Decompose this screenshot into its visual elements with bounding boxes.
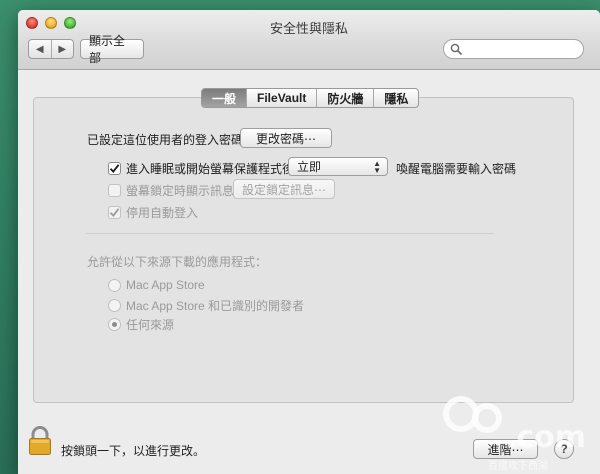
section-divider — [86, 233, 494, 234]
search-input[interactable] — [443, 39, 584, 59]
radio-anywhere[interactable] — [108, 318, 121, 331]
show-message-checkbox[interactable] — [108, 184, 121, 197]
checkmark-icon — [109, 208, 120, 217]
radio-app-store-label: Mac App Store — [126, 278, 205, 292]
radio-identified-developers-label: Mac App Store 和已識別的開發者 — [126, 299, 305, 313]
require-password-suffix-row: 喚醒電腦需要輸入密碼 — [396, 160, 516, 177]
watermark-tagline: 百度攻下西湖 — [488, 461, 548, 472]
tab-general[interactable]: 一般 — [202, 89, 247, 107]
show-all-button[interactable]: 顯示全部 — [80, 34, 144, 65]
require-password-label: 進入睡眠或開始螢幕保護程式後 — [126, 162, 295, 176]
require-password-checkbox[interactable] — [108, 162, 121, 175]
tab-filevault[interactable]: FileVault — [246, 89, 316, 107]
radio-anywhere-label: 任何來源 — [126, 318, 175, 332]
show-message-label: 螢幕鎖定時顯示訊息 — [126, 184, 235, 198]
lock-icon[interactable] — [28, 426, 52, 456]
search-icon — [450, 43, 462, 55]
tab-bar: 一般 FileVault 防火牆 隱私 — [201, 88, 420, 108]
lock-hint-text: 按鎖頭一下，以進行更改。 — [61, 444, 206, 458]
radio-row-app-store: Mac App Store — [108, 278, 205, 292]
updown-arrows-icon: ▲ ▼ — [373, 159, 381, 175]
title-bar: 安全性與隱私 ◀ ▶ 顯示全部 — [18, 10, 600, 70]
watermark-text: .com — [505, 420, 587, 455]
password-set-label: 已設定這位使用者的登入密碼 — [87, 133, 244, 147]
disable-autologin-checkbox[interactable] — [108, 206, 121, 219]
disable-autologin-label: 停用自動登入 — [126, 206, 199, 220]
radio-row-anywhere: 任何來源 — [108, 316, 174, 333]
chevron-right-icon[interactable]: ▶ — [50, 40, 74, 58]
chevron-left-icon[interactable]: ◀ — [29, 40, 51, 58]
select-value: 立即 — [297, 160, 322, 174]
radio-selected-dot — [112, 322, 117, 327]
change-password-button[interactable]: 更改密碼⋯ — [240, 128, 332, 148]
back-forward-control: ◀ ▶ — [28, 39, 74, 59]
radio-row-identified: Mac App Store 和已識別的開發者 — [108, 297, 304, 314]
tab-privacy[interactable]: 隱私 — [373, 89, 418, 107]
require-password-row: 進入睡眠或開始螢幕保護程式後 — [108, 160, 294, 177]
require-password-suffix: 喚醒電腦需要輸入密碼 — [396, 162, 517, 176]
require-password-delay-select[interactable]: 立即 ▲ ▼ — [288, 157, 388, 176]
downloads-heading: 允許從以下來源下載的應用程式： — [87, 255, 268, 269]
disable-autologin-row: 停用自動登入 — [108, 204, 198, 221]
downloads-heading-row: 允許從以下來源下載的應用程式： — [87, 253, 267, 270]
set-lock-message-button[interactable]: 設定鎖定訊息⋯ — [233, 179, 335, 199]
show-message-row: 螢幕鎖定時顯示訊息 — [108, 182, 234, 199]
password-set-row: 已設定這位使用者的登入密碼 — [87, 131, 243, 148]
tab-firewall[interactable]: 防火牆 — [316, 89, 373, 107]
radio-identified-developers[interactable] — [108, 299, 121, 312]
checkmark-icon — [109, 164, 120, 173]
radio-app-store[interactable] — [108, 278, 121, 292]
